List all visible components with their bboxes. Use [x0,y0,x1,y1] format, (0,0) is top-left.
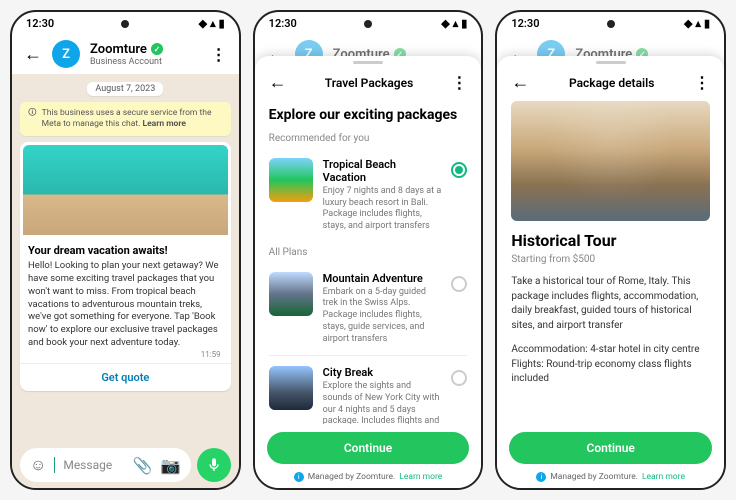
package-title: Historical Tour [511,231,710,250]
status-time: 12:30 [511,17,539,30]
package-hero-image [511,101,710,221]
date-pill: August 7, 2023 [87,82,163,96]
managed-by-footer: i Managed by Zoomture. Learn more [497,472,724,488]
camera-notch [121,20,129,28]
phone-chat: 12:30 ◆ ▴ ▮ ← Z Zoomture ✓ Business Accou… [10,10,241,490]
composer-bar: ☺ Message 📎 📷 [12,442,239,488]
sheet-more-icon[interactable]: ⋮ [451,73,467,92]
wifi-icon: ◆ [684,17,692,30]
wifi-icon: ◆ [199,17,207,30]
plan-thumb-city [269,366,313,410]
plan-desc: Embark on a 5-day guided trek in the Swi… [323,287,442,345]
package-price: Starting from $500 [511,254,710,265]
message-text: Hello! Looking to plan your next getaway… [28,260,223,350]
status-icons: ◆ ▴▮ [441,17,467,30]
plan-radio[interactable] [451,276,467,292]
sheet-title: Package details [541,76,682,90]
continue-button[interactable]: Continue [267,432,470,464]
message-time: 11:59 [28,350,223,359]
battery-icon: ▮ [219,17,225,30]
section-all: All Plans [269,247,468,258]
signal-icon: ▴ [695,17,701,30]
message-card: Your dream vacation awaits! Hello! Looki… [20,142,231,391]
text-cursor [54,457,55,473]
back-arrow-icon[interactable]: ← [24,44,42,65]
plan-row[interactable]: Tropical Beach Vacation Enjoy 7 nights a… [269,150,468,241]
wifi-icon: ◆ [441,17,449,30]
package-description: Take a historical tour of Rome, Italy. T… [511,275,710,333]
packages-body[interactable]: Explore our exciting packages Recommende… [255,101,482,424]
status-icons: ◆▴▮ [684,17,710,30]
sheet-header: ← Package details ⋮ [497,64,724,101]
sheet-back-icon[interactable]: ← [269,72,287,93]
plan-title: Mountain Adventure [323,272,442,285]
emoji-icon[interactable]: ☺ [30,455,46,475]
plan-desc: Explore the sights and sounds of New Yor… [323,381,442,424]
plan-radio-selected[interactable] [451,162,467,178]
chat-body[interactable]: August 7, 2023 🛈 This business uses a se… [12,74,239,442]
section-recommended: Recommended for you [269,133,468,144]
details-body[interactable]: Historical Tour Starting from $500 Take … [497,101,724,424]
managed-learn-more[interactable]: Learn more [642,472,685,482]
message-placeholder: Message [63,458,124,472]
more-menu-icon[interactable]: ⋮ [211,45,227,64]
continue-button[interactable]: Continue [509,432,712,464]
camera-icon[interactable]: 📷 [161,456,181,475]
learn-more-link[interactable]: Learn more [142,119,186,129]
message-headline: Your dream vacation awaits! [28,244,223,257]
chat-title-block[interactable]: Zoomture ✓ Business Account [90,42,201,67]
status-icons: ◆ ▴ ▮ [199,17,225,30]
camera-notch [364,20,372,28]
plan-title: City Break [323,366,442,379]
sheet-header: ← Travel Packages ⋮ [255,64,482,101]
details-sheet: ← Package details ⋮ Historical Tour Star… [497,56,724,488]
get-quote-button[interactable]: Get quote [20,363,231,391]
mic-button[interactable] [197,448,231,482]
plan-desc: Enjoy 7 nights and 8 days at a luxury be… [323,186,442,233]
status-time: 12:30 [26,17,54,30]
battery-icon: ▮ [461,17,467,30]
secure-notice[interactable]: 🛈 This business uses a secure service fr… [20,102,231,136]
mic-icon [206,457,222,473]
plan-row[interactable]: City Break Explore the sights and sounds… [269,358,468,424]
message-hero-image [23,145,228,235]
sheet-back-icon[interactable]: ← [511,72,529,93]
business-avatar[interactable]: Z [52,40,80,68]
battery-icon: ▮ [704,17,710,30]
plan-thumb-beach [269,158,313,202]
sheet-title: Travel Packages [299,76,440,90]
managed-learn-more[interactable]: Learn more [399,472,442,482]
signal-icon: ▴ [453,17,459,30]
plan-row[interactable]: Mountain Adventure Embark on a 5-day gui… [269,264,468,353]
plan-radio[interactable] [451,370,467,386]
plan-title: Tropical Beach Vacation [323,158,442,184]
info-icon: i [294,472,304,482]
attach-icon[interactable]: 📎 [133,456,153,475]
phone-packages: 12:30 ◆▴▮ ← Z Zoomture✓ ← Travel Package… [253,10,484,490]
shield-icon: 🛈 [28,108,37,119]
packages-sheet: ← Travel Packages ⋮ Explore our exciting… [255,56,482,488]
verified-badge-icon: ✓ [151,43,163,55]
camera-notch [607,20,615,28]
message-input[interactable]: ☺ Message 📎 📷 [20,448,191,482]
business-name: Zoomture [90,42,147,57]
package-extra: Accommodation: 4-star hotel in city cent… [511,343,710,387]
managed-by-footer: i Managed by Zoomture. Learn more [255,472,482,488]
status-time: 12:30 [269,17,297,30]
sheet-more-icon[interactable]: ⋮ [694,73,710,92]
info-icon: i [536,472,546,482]
plan-thumb-mountain [269,272,313,316]
signal-icon: ▴ [210,17,216,30]
packages-heading: Explore our exciting packages [269,107,468,123]
chat-header: ← Z Zoomture ✓ Business Account ⋮ [12,34,239,74]
phone-details: 12:30 ◆▴▮ ← Z Zoomture✓ ← Package detail… [495,10,726,490]
business-subtitle: Business Account [90,57,201,67]
divider [269,355,468,356]
